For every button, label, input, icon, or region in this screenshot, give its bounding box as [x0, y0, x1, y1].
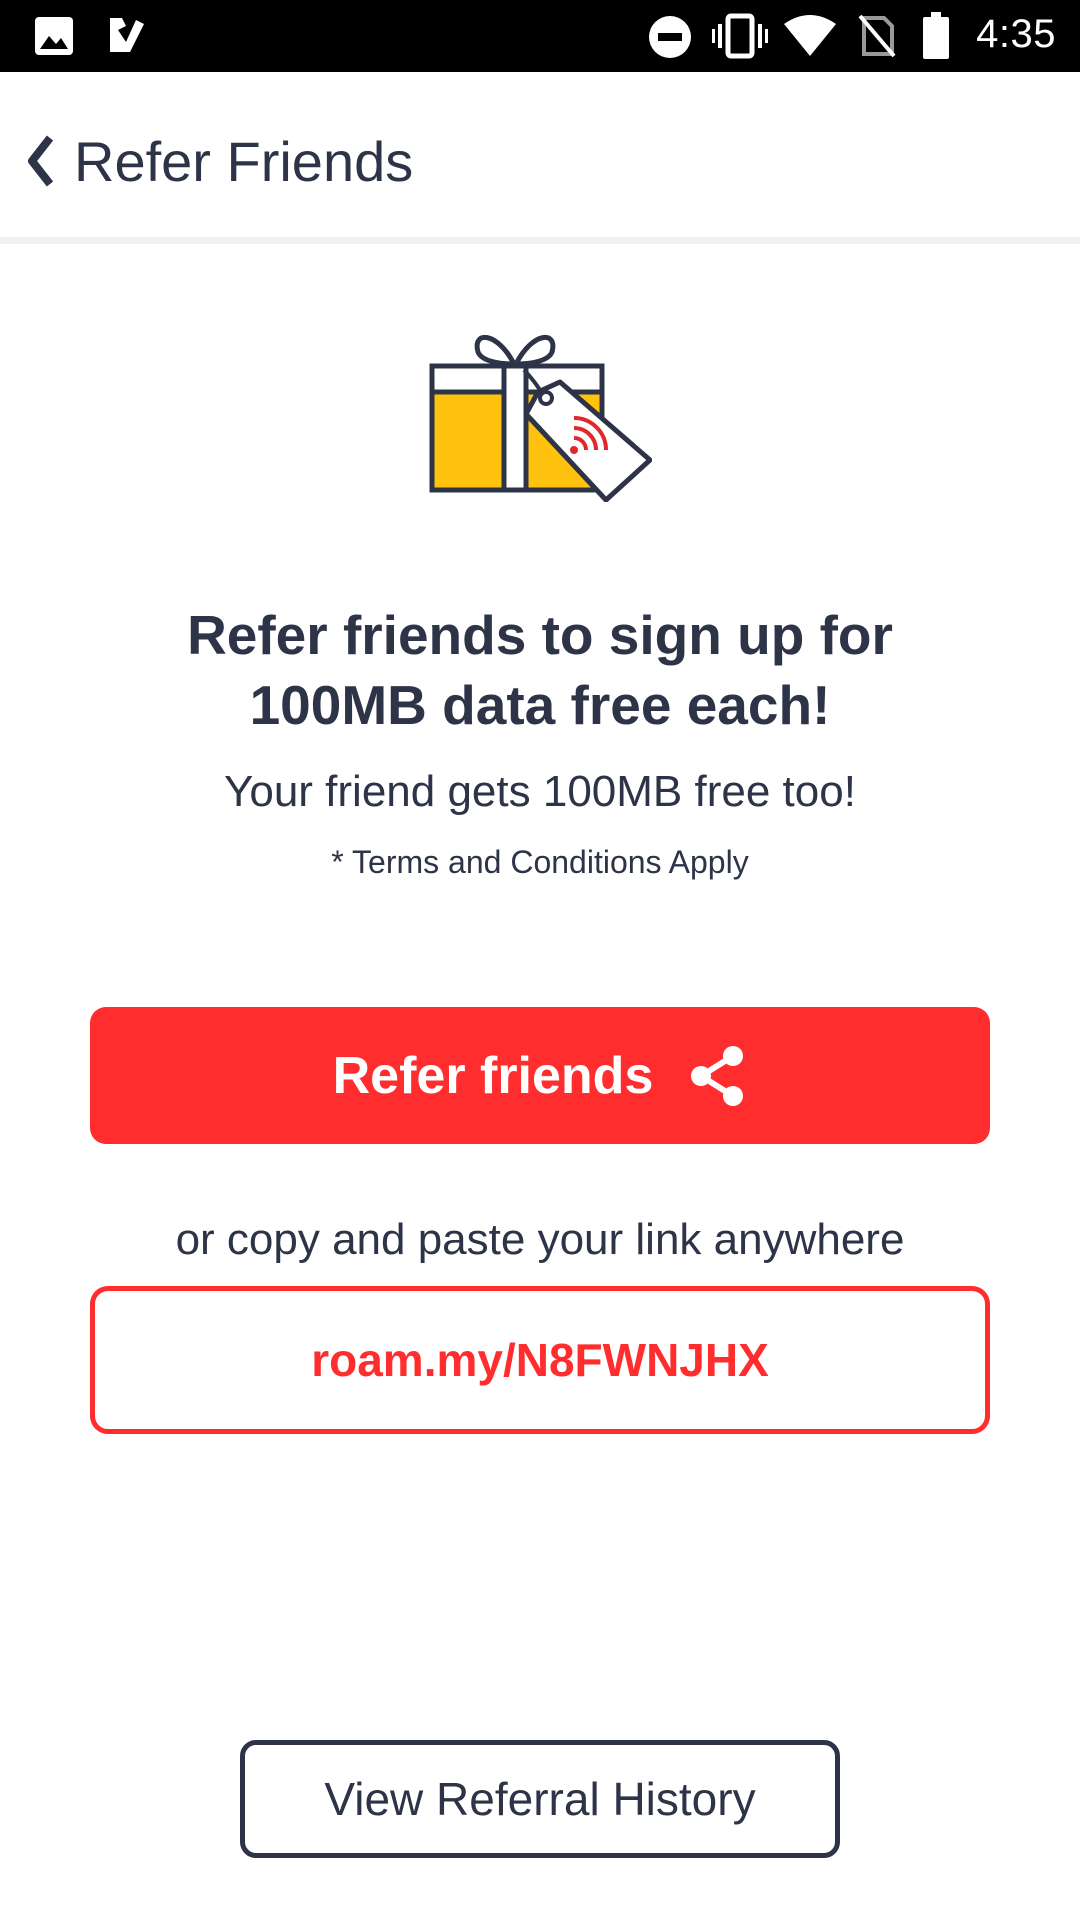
- check-app-icon: [110, 18, 144, 52]
- copy-link-hint: or copy and paste your link anywhere: [175, 1215, 905, 1264]
- status-time: 4:35: [976, 12, 1056, 56]
- chevron-left-icon: [28, 135, 54, 187]
- view-referral-history-label: View Referral History: [324, 1773, 756, 1825]
- referral-link-box[interactable]: roam.my/N8FWNJHX: [90, 1286, 990, 1434]
- image-icon: [35, 17, 73, 55]
- headline: Refer friends to sign up for 100MB data …: [60, 600, 1020, 740]
- subheadline: Your friend gets 100MB free too!: [224, 767, 856, 816]
- gift-with-tag-icon: [429, 335, 652, 502]
- app-header: Refer Friends: [0, 72, 1080, 244]
- view-referral-history-button[interactable]: View Referral History: [240, 1740, 840, 1858]
- headline-line-2: 100MB data free each!: [249, 674, 831, 736]
- status-bar: 4:35: [0, 0, 1080, 72]
- referral-link: roam.my/N8FWNJHX: [311, 1334, 769, 1386]
- no-sim-icon: [858, 14, 896, 58]
- wifi-icon: [784, 15, 836, 56]
- refer-friends-button[interactable]: Refer friends: [90, 1007, 990, 1144]
- refer-friends-label: Refer friends: [332, 1046, 654, 1105]
- do-not-disturb-icon: [649, 16, 691, 58]
- vibrate-icon: [712, 13, 768, 59]
- headline-line-1: Refer friends to sign up for: [187, 604, 893, 666]
- battery-icon: [923, 12, 949, 59]
- terms-link[interactable]: * Terms and Conditions Apply: [60, 842, 1020, 882]
- back-button[interactable]: Refer Friends: [26, 126, 413, 196]
- share-icon: [691, 1045, 744, 1106]
- page-title: Refer Friends: [74, 129, 414, 193]
